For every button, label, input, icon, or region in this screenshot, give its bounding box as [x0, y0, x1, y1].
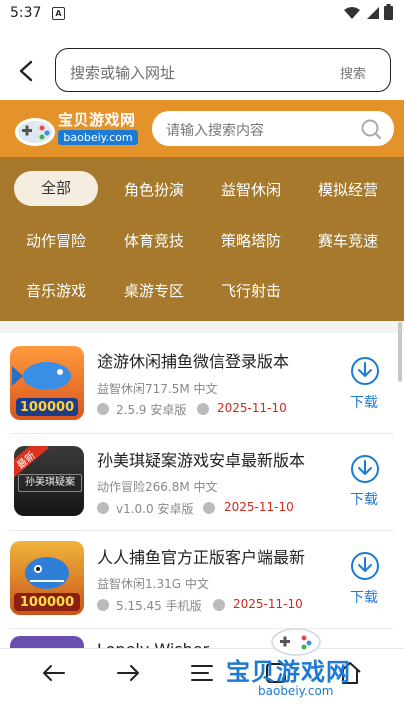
gamepad-logo-icon[interactable]: [14, 112, 56, 148]
game-thumbnail[interactable]: [10, 636, 84, 648]
download-icon[interactable]: [350, 551, 380, 581]
category-racing[interactable]: 赛车竞速: [308, 230, 388, 251]
game-version: v1.0.0 安卓版: [116, 502, 194, 516]
game-version: 5.15.45 手机版: [116, 599, 202, 613]
game-thumbnail[interactable]: 100000: [10, 541, 84, 615]
category-puzzle[interactable]: 益智休闲: [211, 179, 291, 200]
thumbnail-text: 100000: [19, 400, 75, 415]
category-strategy[interactable]: 策略塔防: [211, 230, 291, 251]
signal-icon: [367, 7, 379, 19]
status-time: 5:37: [10, 5, 42, 21]
search-icon[interactable]: [360, 118, 382, 140]
game-version: 2.5.9 安卓版: [116, 403, 187, 417]
category-action[interactable]: 动作冒险: [16, 230, 96, 251]
arrow-right-icon[interactable]: [114, 659, 142, 687]
version-icon: [97, 403, 109, 415]
watermark-title: 宝贝游戏网: [226, 658, 351, 686]
game-title[interactable]: Lonely Wisher: [97, 640, 209, 648]
download-button[interactable]: 下载: [350, 392, 378, 412]
url-search-button[interactable]: 搜索: [340, 63, 366, 82]
game-thumbnail[interactable]: 最新 孙美琪疑案: [14, 446, 84, 516]
watermark-domain: baobeiy.com: [258, 684, 334, 698]
game-title[interactable]: 孙美琪疑案游戏安卓最新版本: [97, 447, 305, 471]
clock-icon: [203, 502, 215, 514]
row-divider: [10, 433, 394, 434]
game-meta: 益智休闲1.31G 中文: [97, 577, 209, 591]
site-search-placeholder[interactable]: 请输入搜索内容: [166, 120, 264, 140]
notification-icon: A: [52, 7, 65, 20]
category-board[interactable]: 桌游专区: [114, 280, 194, 301]
category-role-play[interactable]: 角色扮演: [114, 179, 194, 200]
game-meta: 动作冒险266.8M 中文: [97, 480, 218, 494]
row-divider: [10, 530, 394, 531]
category-all[interactable]: 全部: [14, 171, 98, 206]
arrow-left-icon[interactable]: [40, 659, 68, 687]
scrollbar[interactable]: [398, 322, 402, 382]
download-icon[interactable]: [350, 356, 380, 386]
wifi-icon: [344, 7, 360, 19]
clock-icon: [213, 599, 225, 611]
download-button[interactable]: 下载: [350, 587, 378, 607]
logo-domain[interactable]: baobeiy.com: [58, 130, 138, 145]
category-sports[interactable]: 体育竞技: [114, 230, 194, 251]
game-thumbnail[interactable]: 100000: [10, 346, 84, 420]
menu-icon[interactable]: [188, 659, 216, 687]
game-title[interactable]: 人人捕鱼官方正版客户端最新: [97, 544, 305, 568]
game-meta: 益智休闲717.5M 中文: [97, 382, 218, 396]
game-date: 2025-11-10: [224, 500, 294, 514]
battery-icon: [384, 4, 393, 20]
category-simulation[interactable]: 模拟经营: [308, 179, 388, 200]
logo-title[interactable]: 宝贝游戏网: [58, 109, 136, 130]
download-button[interactable]: 下载: [350, 489, 378, 509]
game-title[interactable]: 途游休闲捕鱼微信登录版本: [97, 348, 289, 372]
url-input-placeholder[interactable]: 搜索或输入网址: [70, 62, 175, 83]
clock-icon: [197, 403, 209, 415]
list-separator: [0, 321, 404, 333]
thumbnail-text: 100000: [19, 595, 75, 610]
row-divider: [10, 628, 394, 629]
download-icon[interactable]: [350, 454, 380, 484]
category-shooting[interactable]: 飞行射击: [211, 280, 291, 301]
version-icon: [97, 599, 109, 611]
game-date: 2025-11-10: [217, 401, 287, 415]
category-music[interactable]: 音乐游戏: [16, 280, 96, 301]
back-chevron-icon[interactable]: [16, 60, 38, 82]
thumbnail-text: 孙美琪疑案: [18, 474, 82, 492]
game-date: 2025-11-10: [233, 597, 303, 611]
version-icon: [97, 502, 109, 514]
